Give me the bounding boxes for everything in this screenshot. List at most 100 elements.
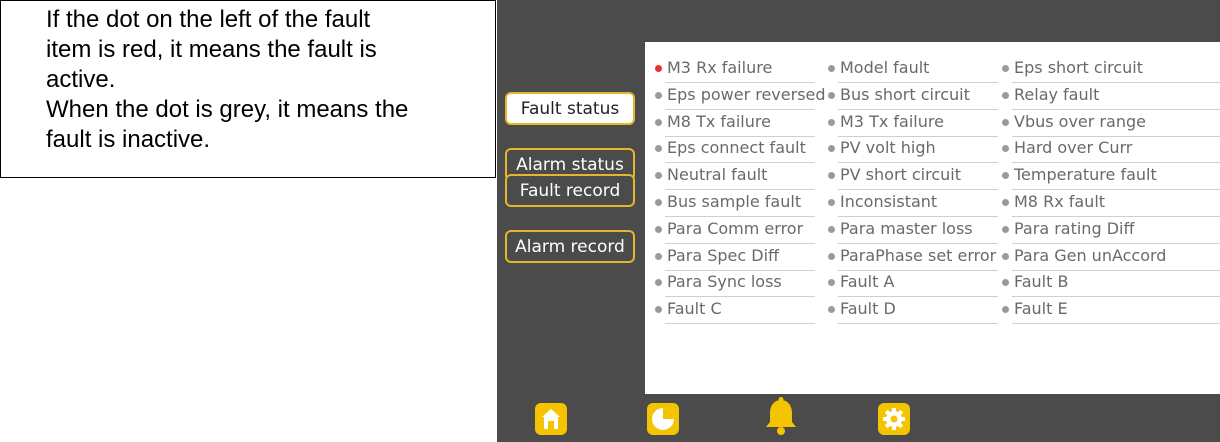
alarm-record-button[interactable]: Alarm record (505, 230, 635, 263)
fault-label: Para Gen unAccord (1014, 245, 1167, 265)
fault-item: Neutral fault (655, 160, 815, 191)
inactive-dot-icon (828, 279, 835, 287)
fault-item: Fault E (1002, 294, 1220, 325)
inactive-dot-icon (1002, 65, 1009, 72)
inactive-dot-icon (1002, 306, 1009, 314)
fault-list-panel: M3 Rx failure Eps power reversed M8 Tx fai… (645, 42, 1220, 394)
inactive-dot-icon (655, 225, 662, 233)
divider (665, 323, 815, 325)
inactive-dot-icon (655, 306, 662, 314)
fault-status-button[interactable]: Fault status (505, 92, 635, 125)
inactive-dot-icon (1002, 91, 1009, 99)
fault-label: Para master loss (840, 218, 973, 238)
fault-item: Relay fault (1002, 80, 1220, 110)
inverter-screen: Fault status Alarm status Fault record A… (497, 0, 1220, 442)
fault-item: Fault A (828, 267, 998, 298)
instruction-line: active. (46, 66, 116, 93)
bell-icon[interactable] (761, 396, 801, 436)
fault-label: Relay fault (1014, 84, 1100, 104)
fault-record-button[interactable]: Fault record (505, 174, 635, 207)
fault-label: Para rating Diff (1014, 218, 1135, 238)
inactive-dot-icon (1002, 172, 1009, 180)
inactive-dot-icon (655, 199, 662, 206)
inactive-dot-icon (828, 306, 835, 314)
fault-label: Temperature fault (1014, 165, 1157, 185)
active-dot-icon (655, 65, 662, 72)
fault-item: Temperature fault (1002, 160, 1220, 191)
instruction-line: fault is inactive. (46, 126, 211, 153)
fault-item: Eps short circuit (1002, 53, 1220, 83)
fault-label: Eps power reversed (667, 84, 826, 104)
inactive-dot-icon (655, 279, 662, 287)
inactive-dot-icon (828, 91, 835, 99)
fault-item: Bus sample fault (655, 187, 815, 217)
inactive-dot-icon (1002, 252, 1009, 260)
inactive-dot-icon (828, 145, 835, 153)
divider (838, 323, 998, 325)
fault-label: Fault E (1014, 299, 1068, 319)
fault-item: Para Comm error (655, 214, 815, 244)
fault-label: Bus short circuit (840, 84, 970, 104)
fault-label: Inconsistant (840, 192, 938, 211)
fault-label: Eps short circuit (1014, 58, 1144, 77)
fault-label: M3 Tx failure (840, 111, 944, 131)
fault-label: ParaPhase set error (840, 245, 997, 265)
fault-label: Para Spec Diff (667, 245, 780, 265)
inactive-dot-icon (655, 91, 662, 99)
instruction-line: If the dot on the left of the fault (46, 6, 371, 33)
fault-label: Model fault (840, 58, 930, 77)
fault-item: Para Gen unAccord (1002, 241, 1220, 271)
inactive-dot-icon (1002, 199, 1009, 206)
inactive-dot-icon (655, 118, 662, 126)
fault-item: Inconsistant (828, 187, 998, 217)
instruction-note: If the dot on the left of the fault item… (0, 0, 496, 178)
fault-label: M8 Rx fault (1014, 192, 1106, 211)
fault-item: Bus short circuit (828, 80, 998, 110)
fault-label: Hard over Curr (1014, 138, 1133, 158)
home-icon[interactable] (534, 402, 568, 436)
fault-item: Para master loss (828, 214, 998, 244)
fault-label: Fault A (840, 272, 895, 292)
inactive-dot-icon (828, 199, 835, 206)
inactive-dot-icon (828, 118, 835, 126)
gear-icon[interactable] (877, 402, 911, 436)
inactive-dot-icon (655, 145, 662, 153)
fault-label: PV short circuit (840, 165, 962, 185)
fault-label: PV volt high (840, 138, 936, 158)
fault-label: Para Comm error (667, 218, 804, 238)
fault-label: Eps connect fault (667, 138, 806, 158)
inactive-dot-icon (1002, 279, 1009, 287)
fault-item: Fault C (655, 294, 815, 325)
inactive-dot-icon (655, 172, 662, 180)
fault-item: M8 Rx fault (1002, 187, 1220, 217)
fault-label: Para Sync loss (667, 272, 782, 292)
fault-item: Model fault (828, 53, 998, 83)
fault-label: Neutral fault (667, 165, 768, 185)
fault-label: Vbus over range (1014, 111, 1146, 131)
inactive-dot-icon (828, 252, 835, 260)
fault-item: Para rating Diff (1002, 214, 1220, 244)
fault-item: PV volt high (828, 133, 998, 164)
inactive-dot-icon (655, 252, 662, 260)
fault-item: M3 Tx failure (828, 107, 998, 137)
fault-item: Eps power reversed (655, 80, 826, 110)
fault-label: M3 Rx failure (667, 58, 773, 77)
inactive-dot-icon (1002, 145, 1009, 153)
inactive-dot-icon (828, 172, 835, 180)
fault-label: Fault B (1014, 272, 1069, 292)
fault-item: Fault D (828, 294, 998, 325)
bottom-nav-bar (497, 394, 1220, 442)
instruction-line: item is red, it means the fault is (46, 36, 377, 63)
fault-item: Para Spec Diff (655, 241, 815, 271)
divider (1012, 323, 1220, 325)
fault-item: Fault B (1002, 267, 1220, 298)
instruction-line: When the dot is grey, it means the (46, 96, 409, 123)
fault-label: Fault C (667, 299, 722, 319)
pie-chart-icon[interactable] (646, 402, 680, 436)
fault-item: ParaPhase set error (828, 241, 998, 271)
inactive-dot-icon (1002, 118, 1009, 126)
fault-item: Hard over Curr (1002, 133, 1220, 164)
fault-item: Para Sync loss (655, 267, 815, 298)
fault-item: M8 Tx failure (655, 107, 815, 137)
inactive-dot-icon (1002, 225, 1009, 233)
